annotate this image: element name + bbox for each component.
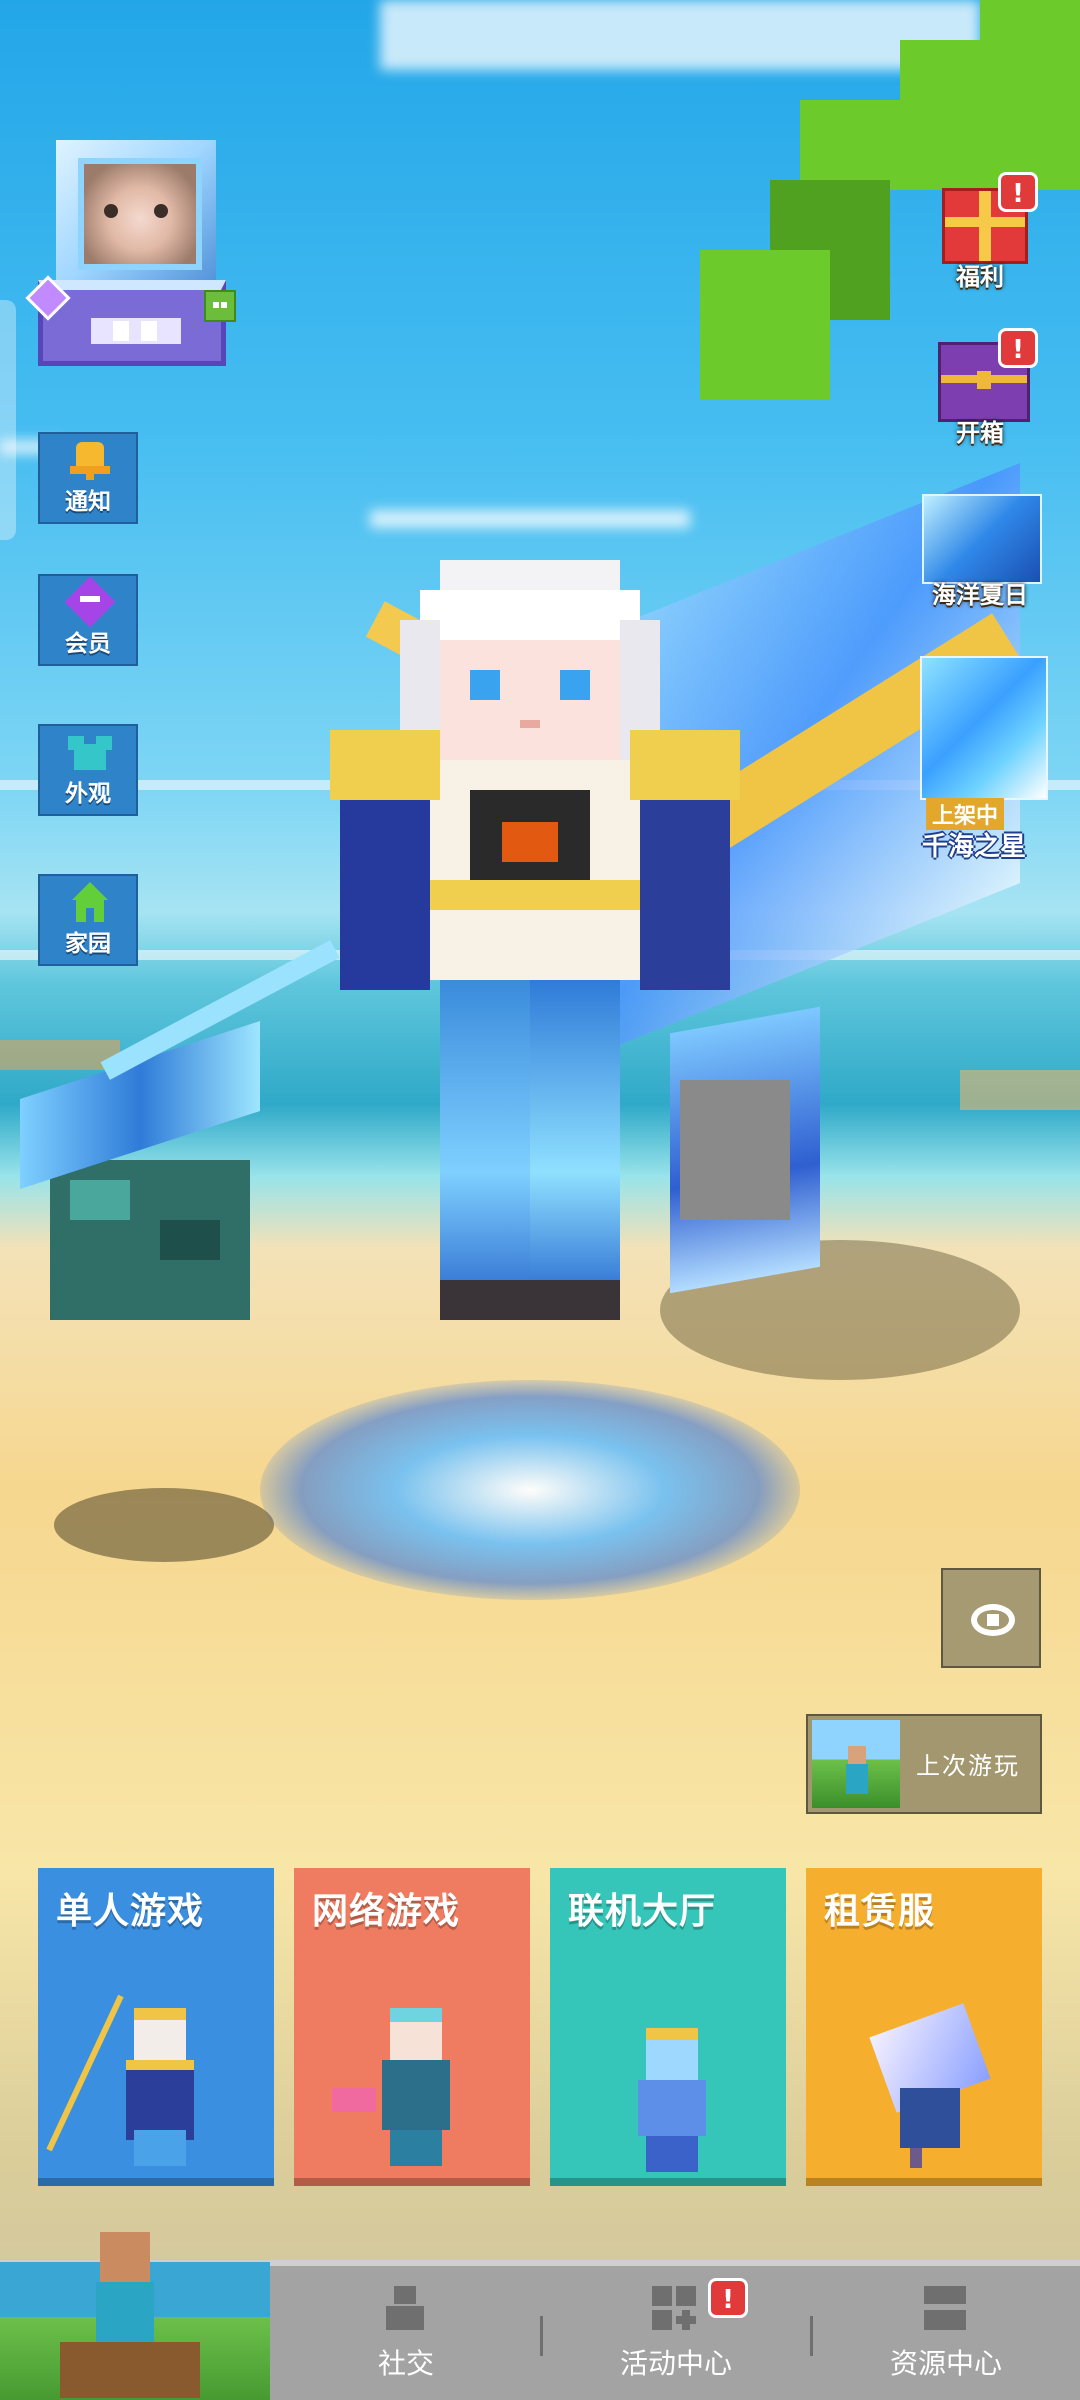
nav-activity-label: 活动中心 <box>619 2347 732 2380</box>
single-player-card[interactable]: 单人游戏 <box>38 1868 274 2186</box>
open-box-label: 开箱 <box>956 419 1004 447</box>
cloud <box>370 510 690 528</box>
side-drawer-handle[interactable] <box>0 300 16 540</box>
activity-alert-badge: ! <box>708 2278 748 2318</box>
ocean-summer-event-icon <box>922 494 1042 584</box>
resource-center-icon <box>922 2284 970 2332</box>
nav-resource-label: 资源中心 <box>889 2347 1002 2380</box>
home-icon <box>68 880 112 924</box>
character-platform-glow <box>260 1380 800 1600</box>
nav-divider <box>540 2316 543 2356</box>
mode-title: 单人游戏 <box>56 1891 205 1932</box>
appearance-button[interactable]: 外观 <box>38 724 138 816</box>
outfit-icon <box>68 730 112 774</box>
player-character[interactable] <box>100 560 820 1610</box>
featured-skin-promo[interactable]: 上架中 千海之星 <box>920 656 1048 868</box>
welfare-button[interactable]: ! 福利 <box>920 172 1040 294</box>
notification-label: 通知 <box>65 489 111 515</box>
player-name-bar <box>91 318 181 344</box>
featured-skin-image <box>920 656 1048 800</box>
last-played-thumbnail <box>812 1720 900 1808</box>
home-world-thumbnail[interactable] <box>0 2232 270 2400</box>
player-avatar[interactable] <box>25 140 236 370</box>
bell-icon <box>68 438 112 482</box>
multiplayer-lobby-card[interactable]: 联机大厅 <box>550 1868 786 2186</box>
membership-button[interactable]: 会员 <box>38 574 138 666</box>
mode-title: 联机大厅 <box>568 1891 717 1932</box>
mode-character-art <box>869 1978 991 2168</box>
mode-title: 网络游戏 <box>312 1891 461 1932</box>
nav-social[interactable]: 社交 <box>306 2284 506 2394</box>
open-box-alert-badge: ! <box>998 328 1038 368</box>
cloud <box>380 0 980 70</box>
pet-companion <box>20 1021 260 1340</box>
mode-character-art <box>46 1978 208 2168</box>
vip-heart-icon <box>64 576 116 628</box>
welfare-alert-badge: ! <box>998 172 1038 212</box>
open-box-button[interactable]: ! 开箱 <box>920 328 1040 450</box>
appearance-label: 外观 <box>65 781 111 807</box>
mode-character-art <box>624 1978 720 2172</box>
nav-resource-center[interactable]: 资源中心 <box>846 2284 1046 2394</box>
sand-crack <box>960 1070 1080 1110</box>
welfare-label: 福利 <box>956 263 1004 291</box>
ocean-summer-label: 海洋夏日 <box>932 581 1028 609</box>
ground-shadow <box>54 1488 274 1562</box>
homeland-label: 家园 <box>65 931 111 957</box>
membership-label: 会员 <box>65 631 111 657</box>
nav-social-label: 社交 <box>377 2347 434 2380</box>
social-icon <box>382 2284 430 2332</box>
nav-activity-center[interactable]: ! 活动中心 <box>576 2278 776 2394</box>
promo-title: 千海之星 <box>922 832 1027 862</box>
avatar-photo <box>78 158 202 270</box>
online-game-card[interactable]: 网络游戏 <box>294 1868 530 2186</box>
activity-center-icon <box>652 2284 700 2332</box>
rental-server-card[interactable]: 租赁服 <box>806 1868 1042 2186</box>
homeland-button[interactable]: 家园 <box>38 874 138 966</box>
ocean-summer-event-button[interactable]: 海洋夏日 <box>920 490 1042 612</box>
notification-button[interactable]: 通知 <box>38 432 138 524</box>
grass-block <box>700 250 830 400</box>
nav-divider <box>810 2316 813 2356</box>
mode-title: 租赁服 <box>824 1891 936 1932</box>
last-played-button[interactable]: 上次游玩 <box>806 1714 1042 1814</box>
last-played-label: 上次游玩 <box>916 1752 1020 1780</box>
mode-character-art <box>332 1978 464 2168</box>
online-status-icon <box>204 290 236 322</box>
toggle-view-button[interactable] <box>941 1568 1041 1668</box>
